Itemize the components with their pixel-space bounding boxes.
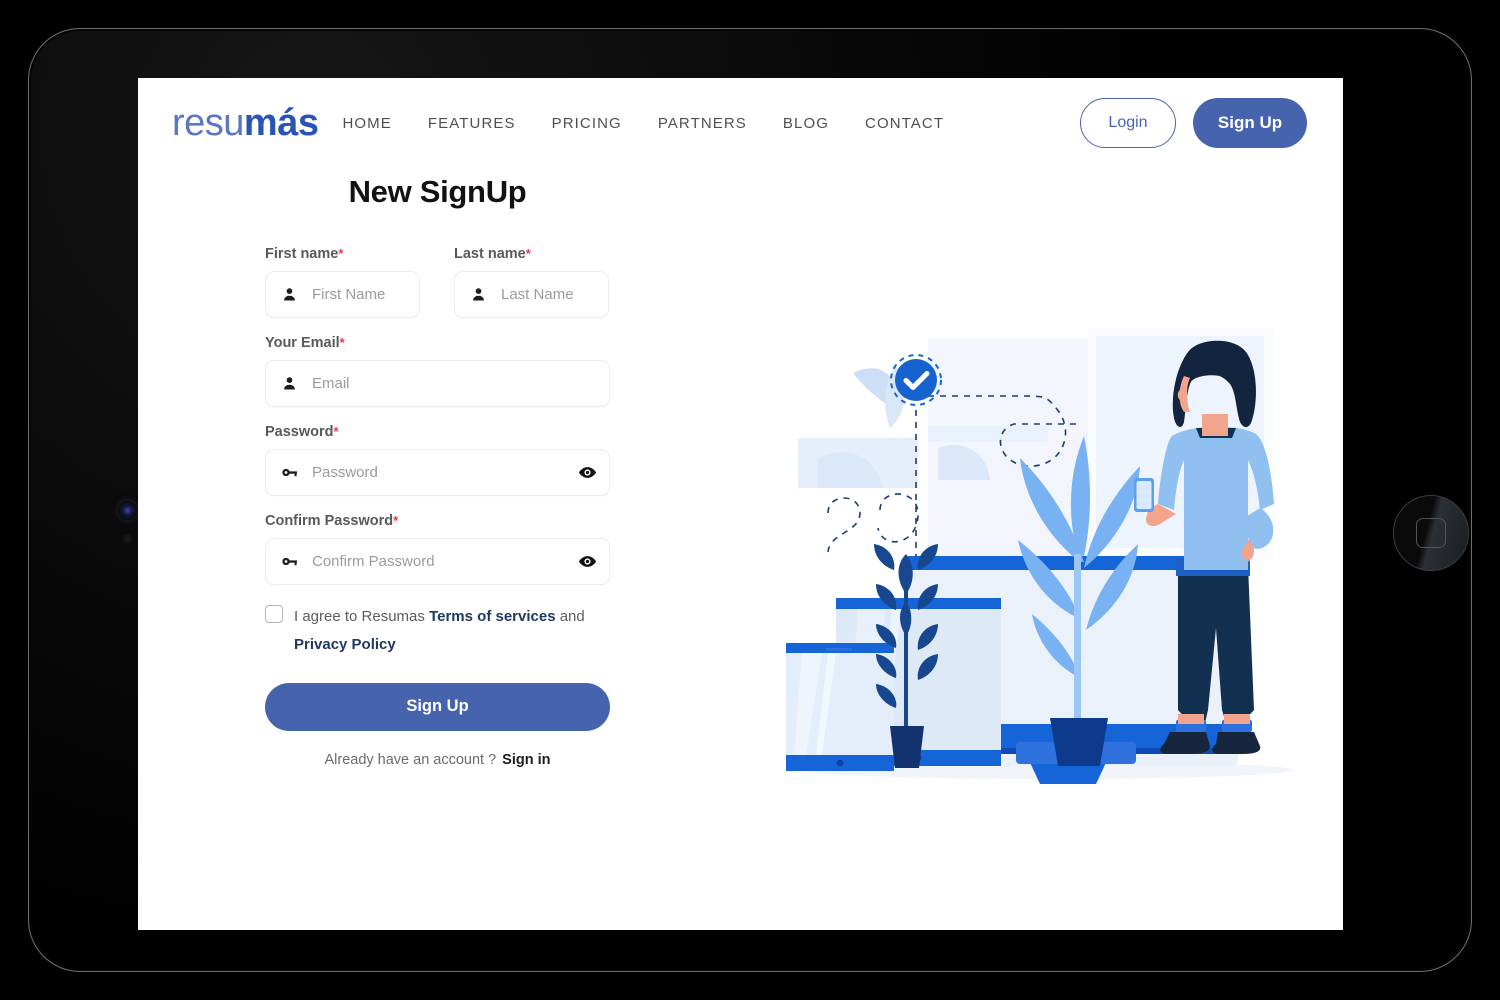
first-name-label: First name* <box>265 246 420 262</box>
key-icon <box>266 552 312 571</box>
page-title: New SignUp <box>348 174 527 209</box>
required-asterisk: * <box>339 335 345 350</box>
first-name-input[interactable] <box>312 286 419 303</box>
required-asterisk: * <box>393 513 399 528</box>
nav-links: HOME FEATURES PRICING PARTNERS BLOG CONT… <box>342 115 944 132</box>
terms-text-middle: and <box>559 608 585 625</box>
last-name-field-group: Last name* <box>454 246 609 318</box>
logo-text-light: resu <box>172 101 244 144</box>
logo-text-bold: más <box>243 101 319 144</box>
confirm-password-input[interactable] <box>312 553 565 570</box>
terms-text: I agree to Resumas Terms of services and… <box>294 603 610 659</box>
home-button[interactable] <box>1393 495 1469 571</box>
nav-item-features[interactable]: FEATURES <box>428 115 516 132</box>
required-asterisk: * <box>525 246 531 261</box>
required-asterisk: * <box>338 246 344 261</box>
confirm-password-field-group: Confirm Password* <box>265 513 610 585</box>
nav-item-home[interactable]: HOME <box>342 115 391 132</box>
login-button[interactable]: Login <box>1080 98 1176 148</box>
confirm-password-label: Confirm Password* <box>265 513 610 529</box>
confirm-password-label-text: Confirm Password <box>265 513 394 529</box>
signin-prompt-text: Already have an account ? <box>324 751 497 768</box>
signup-nav-button[interactable]: Sign Up <box>1193 98 1307 148</box>
terms-text-before: I agree to Resumas <box>294 608 425 625</box>
nav-item-pricing[interactable]: PRICING <box>552 115 622 132</box>
first-name-input-wrapper[interactable] <box>265 271 420 318</box>
password-label: Password* <box>265 424 610 440</box>
signup-form: New SignUp First name* Last name* <box>265 174 610 768</box>
nav-item-blog[interactable]: BLOG <box>783 115 829 132</box>
signup-illustration-svg <box>786 328 1293 784</box>
password-input[interactable] <box>312 464 565 481</box>
last-name-input[interactable] <box>501 286 608 303</box>
required-asterisk: * <box>333 424 339 439</box>
top-navbar: resumás HOME FEATURES PRICING PARTNERS B… <box>138 78 1343 168</box>
name-row: First name* Last name* <box>265 246 610 318</box>
signin-link[interactable]: Sign in <box>502 752 550 768</box>
email-input-wrapper[interactable] <box>265 360 610 407</box>
signin-row: Already have an account ? Sign in <box>265 752 610 768</box>
terms-of-services-link[interactable]: Terms of services <box>429 608 555 625</box>
person-icon <box>266 375 312 392</box>
terms-row: I agree to Resumas Terms of services and… <box>265 603 610 659</box>
browser-screen: resumás HOME FEATURES PRICING PARTNERS B… <box>138 78 1343 930</box>
last-name-input-wrapper[interactable] <box>454 271 609 318</box>
email-input[interactable] <box>312 375 609 392</box>
password-label-text: Password <box>265 424 334 440</box>
brand-logo[interactable]: resumás <box>172 101 319 145</box>
email-field-group: Your Email* <box>265 335 610 407</box>
last-name-label-text: Last name <box>454 246 526 262</box>
person-icon <box>266 286 312 303</box>
email-label: Your Email* <box>265 335 610 351</box>
signup-submit-button[interactable]: Sign Up <box>265 682 610 731</box>
terms-checkbox[interactable] <box>265 605 283 623</box>
eye-icon[interactable] <box>565 450 609 495</box>
nav-item-partners[interactable]: PARTNERS <box>658 115 747 132</box>
password-field-group: Password* <box>265 424 610 496</box>
signup-illustration <box>778 318 1318 788</box>
camera-icon <box>118 501 137 520</box>
password-input-wrapper[interactable] <box>265 449 610 496</box>
first-name-field-group: First name* <box>265 246 420 318</box>
confirm-password-input-wrapper[interactable] <box>265 538 610 585</box>
first-name-label-text: First name <box>265 246 339 262</box>
nav-item-contact[interactable]: CONTACT <box>865 115 944 132</box>
email-label-text: Your Email <box>265 335 340 351</box>
eye-icon[interactable] <box>565 539 609 584</box>
sensor-icon <box>122 534 133 545</box>
privacy-policy-link[interactable]: Privacy Policy <box>294 636 396 653</box>
last-name-label: Last name* <box>454 246 609 262</box>
home-button-square-icon <box>1416 518 1446 548</box>
nav-actions: Login Sign Up <box>1080 98 1307 148</box>
person-icon <box>455 286 501 303</box>
key-icon <box>266 463 312 482</box>
